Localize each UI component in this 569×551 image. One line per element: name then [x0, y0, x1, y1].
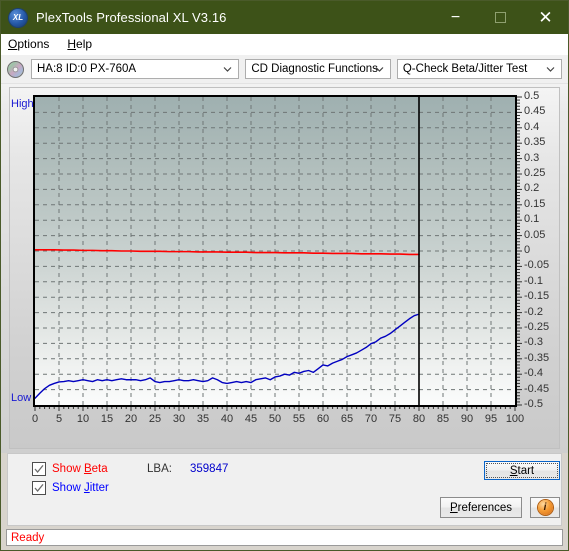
title-bar: XL PlexTools Professional XL V3.16 − ✕	[1, 1, 568, 34]
function-select-value: CD Diagnostic Functions	[251, 63, 378, 75]
menu-item-help-label: elp	[76, 37, 93, 51]
window-controls: − ✕	[433, 1, 568, 34]
menu-item-help[interactable]: Help	[67, 37, 92, 51]
chart-area: High Low 0.5 0.45 0.4 0.35 0.3 0.25 0.2 0.15 0.1…	[1, 84, 568, 453]
status-bar-wrap: Ready	[1, 526, 568, 550]
drive-select[interactable]: HA:8 ID:0 PX-760A	[31, 59, 240, 79]
preferences-button[interactable]: Preferences	[440, 497, 522, 518]
show-beta-row[interactable]: Show Beta	[32, 462, 108, 476]
preferences-button-label: Preferences	[449, 501, 512, 514]
function-select[interactable]: CD Diagnostic Functions	[245, 59, 391, 79]
show-beta-label: Show Beta	[52, 463, 108, 475]
show-jitter-checkbox[interactable]	[32, 481, 46, 495]
test-select-value: Q-Check Beta/Jitter Test	[402, 63, 528, 75]
start-button[interactable]: Start	[484, 461, 560, 480]
test-select[interactable]: Q-Check Beta/Jitter Test	[396, 59, 562, 79]
chevron-down-icon	[546, 65, 555, 74]
application-window: XL PlexTools Professional XL V3.16 − ✕ O…	[0, 0, 569, 551]
menu-item-options-label: ptions	[17, 37, 50, 51]
plextools-logo-icon: XL	[9, 8, 27, 27]
lba-label: LBA:	[147, 463, 172, 475]
menu-bar: Options Help	[1, 34, 568, 55]
start-button-label: Start	[509, 464, 535, 477]
maximize-icon[interactable]	[478, 1, 523, 34]
chart-panel: High Low 0.5 0.45 0.4 0.35 0.3 0.25 0.2 0.15 0.1…	[9, 87, 560, 449]
window-title: PlexTools Professional XL V3.16	[36, 10, 227, 25]
status-bar: Ready	[6, 529, 563, 546]
minimize-icon[interactable]: −	[433, 1, 478, 40]
controls-panel: Show Beta Show Jitter LBA: 359847 Start …	[7, 453, 562, 526]
show-beta-checkbox[interactable]	[32, 462, 46, 476]
chevron-down-icon	[375, 65, 384, 74]
status-text: Ready	[11, 531, 45, 544]
show-jitter-row[interactable]: Show Jitter	[32, 481, 109, 495]
lba-value: 359847	[190, 463, 229, 475]
toolbar: HA:8 ID:0 PX-760A CD Diagnostic Function…	[1, 55, 568, 84]
info-icon: i	[537, 500, 553, 515]
close-icon[interactable]: ✕	[523, 1, 568, 34]
drive-select-value: HA:8 ID:0 PX-760A	[37, 63, 137, 75]
show-jitter-label: Show Jitter	[52, 482, 109, 494]
chevron-down-icon	[223, 65, 232, 74]
info-button[interactable]: i	[530, 497, 560, 518]
cd-disc-icon	[7, 60, 24, 78]
menu-item-options[interactable]: Options	[8, 37, 49, 51]
